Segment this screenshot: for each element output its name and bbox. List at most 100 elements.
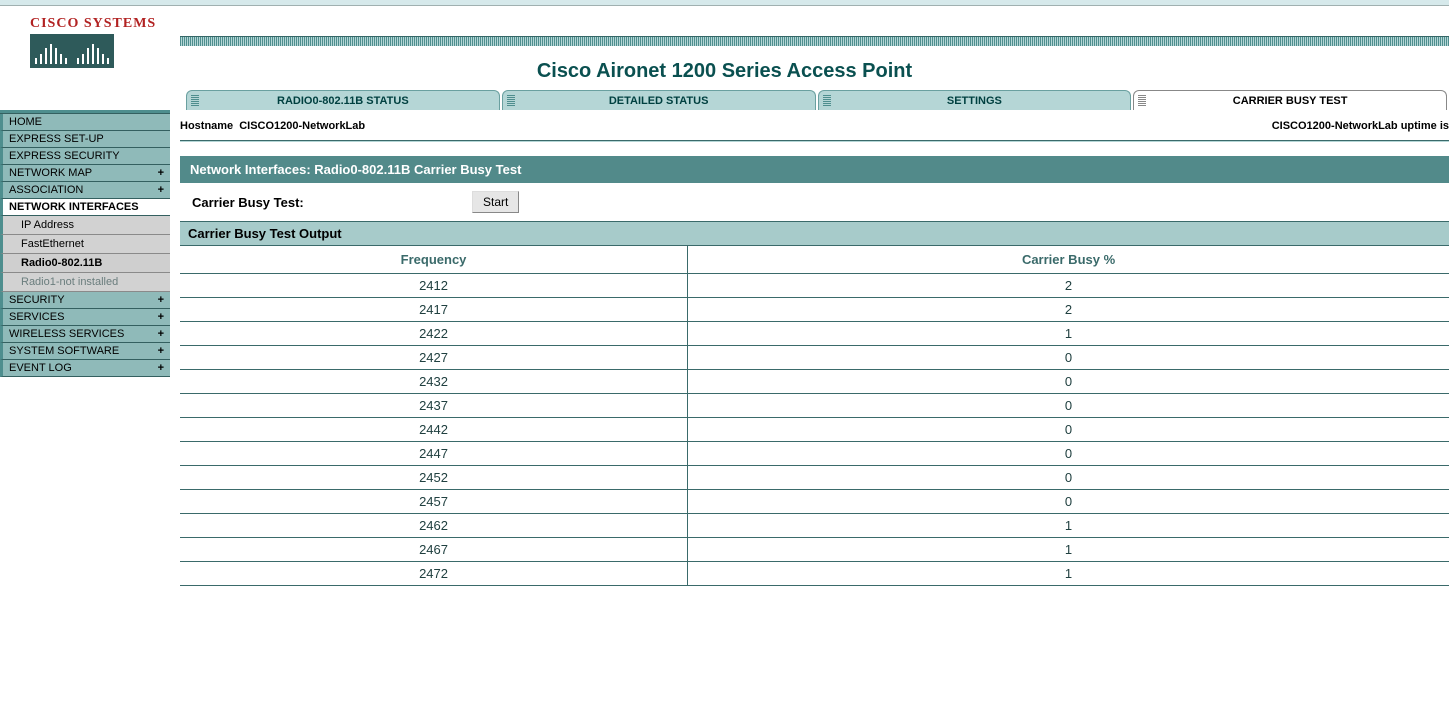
- sidebar-item-label: EXPRESS SECURITY: [9, 150, 120, 162]
- cell-carrier-busy: 0: [688, 490, 1449, 514]
- carrier-test-label: Carrier Busy Test:: [192, 195, 472, 210]
- output-header: Carrier Busy Test Output: [180, 221, 1449, 246]
- cell-frequency: 2467: [180, 538, 688, 562]
- tab-grip-icon: [1138, 94, 1146, 106]
- tab-label: RADIO0-802.11B STATUS: [277, 95, 409, 107]
- cell-carrier-busy: 2: [688, 298, 1449, 322]
- sidebar-item-wireless-services[interactable]: WIRELESS SERVICES +: [0, 326, 170, 343]
- sidebar-item-label: EXPRESS SET-UP: [9, 133, 104, 145]
- cell-carrier-busy: 0: [688, 418, 1449, 442]
- table-row: 24470: [180, 442, 1449, 466]
- cell-carrier-busy: 0: [688, 442, 1449, 466]
- sidebar-item-services[interactable]: SERVICES +: [0, 309, 170, 326]
- table-row: 24320: [180, 370, 1449, 394]
- expand-icon: +: [158, 345, 166, 357]
- cell-carrier-busy: 2: [688, 274, 1449, 298]
- sidebar-sub-radio1-not-installed: Radio1-not installed: [0, 273, 170, 292]
- cell-carrier-busy: 0: [688, 466, 1449, 490]
- expand-icon: +: [158, 311, 166, 323]
- tab-radio0-802-11b-status[interactable]: RADIO0-802.11B STATUS: [186, 90, 500, 110]
- cell-frequency: 2412: [180, 274, 688, 298]
- sidebar-item-home[interactable]: HOME: [0, 114, 170, 131]
- cell-frequency: 2472: [180, 562, 688, 586]
- page-title: Cisco Aironet 1200 Series Access Point: [0, 60, 1449, 83]
- tab-label: DETAILED STATUS: [609, 95, 709, 107]
- cell-frequency: 2422: [180, 322, 688, 346]
- carrier-test-row: Carrier Busy Test: Start: [180, 183, 1449, 221]
- cell-frequency: 2437: [180, 394, 688, 418]
- sidebar-item-network-map[interactable]: NETWORK MAP +: [0, 165, 170, 182]
- sidebar-item-label: EVENT LOG: [9, 362, 72, 374]
- title-area: CISCO SYSTEMS Cisco Aironet 1200 Series …: [0, 6, 1449, 110]
- expand-icon: +: [158, 184, 166, 196]
- table-row: 24721: [180, 562, 1449, 586]
- sidebar-item-label: SERVICES: [9, 311, 64, 323]
- tab-grip-icon: [823, 94, 831, 106]
- sidebar-item-label: HOME: [9, 116, 42, 128]
- decorative-stripe: [180, 36, 1449, 46]
- cell-frequency: 2462: [180, 514, 688, 538]
- expand-icon: +: [158, 328, 166, 340]
- sidebar-item-network-interfaces[interactable]: NETWORK INTERFACES: [0, 199, 170, 216]
- cell-frequency: 2447: [180, 442, 688, 466]
- table-row: 24671: [180, 538, 1449, 562]
- sidebar-item-label: WIRELESS SERVICES: [9, 328, 124, 340]
- cell-frequency: 2452: [180, 466, 688, 490]
- sidebar-item-label: SECURITY: [9, 294, 65, 306]
- cell-carrier-busy: 1: [688, 322, 1449, 346]
- table-row: 24270: [180, 346, 1449, 370]
- sidebar-sub-ip-address[interactable]: IP Address: [0, 216, 170, 235]
- expand-icon: +: [158, 167, 166, 179]
- cell-carrier-busy: 1: [688, 538, 1449, 562]
- sidebar-item-label: SYSTEM SOFTWARE: [9, 345, 119, 357]
- sidebar-item-system-software[interactable]: SYSTEM SOFTWARE +: [0, 343, 170, 360]
- tab-grip-icon: [191, 94, 199, 106]
- hostname-label: Hostname: [180, 120, 239, 132]
- hostname-value: CISCO1200-NetworkLab: [239, 120, 365, 132]
- table-row: 24420: [180, 418, 1449, 442]
- sidebar-item-label: NETWORK MAP: [9, 167, 92, 179]
- sidebar-item-event-log[interactable]: EVENT LOG +: [0, 360, 170, 377]
- cell-frequency: 2457: [180, 490, 688, 514]
- table-row: 24570: [180, 490, 1449, 514]
- sidebar-item-express-set-up[interactable]: EXPRESS SET-UP: [0, 131, 170, 148]
- tab-settings[interactable]: SETTINGS: [818, 90, 1132, 110]
- cell-frequency: 2427: [180, 346, 688, 370]
- sidebar-sub-fastethernet[interactable]: FastEthernet: [0, 235, 170, 254]
- tab-carrier-busy-test[interactable]: CARRIER BUSY TEST: [1133, 90, 1447, 110]
- cell-carrier-busy: 0: [688, 370, 1449, 394]
- tab-detailed-status[interactable]: DETAILED STATUS: [502, 90, 816, 110]
- table-row: 24520: [180, 466, 1449, 490]
- divider: [180, 140, 1449, 142]
- cell-carrier-busy: 0: [688, 394, 1449, 418]
- cell-carrier-busy: 1: [688, 514, 1449, 538]
- content-area: Hostname CISCO1200-NetworkLab CISCO1200-…: [170, 110, 1449, 586]
- cell-carrier-busy: 1: [688, 562, 1449, 586]
- sidebar-item-express-security[interactable]: EXPRESS SECURITY: [0, 148, 170, 165]
- expand-icon: +: [158, 294, 166, 306]
- hostname-line: Hostname CISCO1200-NetworkLab CISCO1200-…: [180, 110, 1449, 136]
- table-row: 24172: [180, 298, 1449, 322]
- tab-label: SETTINGS: [947, 95, 1002, 107]
- cell-frequency: 2442: [180, 418, 688, 442]
- output-table: Frequency Carrier Busy % 241222417224221…: [180, 246, 1449, 586]
- logo-text: CISCO SYSTEMS: [30, 16, 156, 32]
- cell-frequency: 2432: [180, 370, 688, 394]
- table-row: 24221: [180, 322, 1449, 346]
- sidebar-sub-radio0-802-11b[interactable]: Radio0-802.11B: [0, 254, 170, 273]
- table-row: 24122: [180, 274, 1449, 298]
- sidebar-item-label: NETWORK INTERFACES: [9, 201, 139, 213]
- col-carrier-busy: Carrier Busy %: [688, 246, 1449, 274]
- expand-icon: +: [158, 362, 166, 374]
- table-row: 24621: [180, 514, 1449, 538]
- cell-carrier-busy: 0: [688, 346, 1449, 370]
- sidebar-item-security[interactable]: SECURITY +: [0, 292, 170, 309]
- sidebar-item-association[interactable]: ASSOCIATION +: [0, 182, 170, 199]
- start-button[interactable]: Start: [472, 191, 519, 213]
- sidebar: HOME EXPRESS SET-UP EXPRESS SECURITY NETWOR…: [0, 110, 170, 377]
- sidebar-item-label: ASSOCIATION: [9, 184, 83, 196]
- table-row: 24370: [180, 394, 1449, 418]
- tab-row: RADIO0-802.11B STATUS DETAILED STATUS SETT…: [186, 90, 1449, 110]
- tab-label: CARRIER BUSY TEST: [1233, 95, 1348, 107]
- tab-grip-icon: [507, 94, 515, 106]
